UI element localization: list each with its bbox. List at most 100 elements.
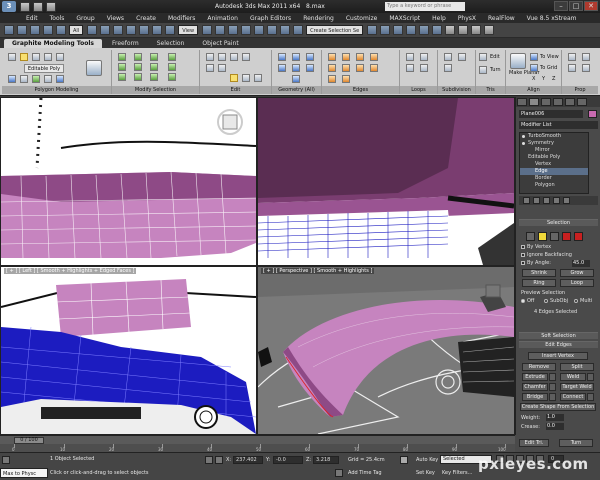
show-end-result-icon[interactable] (533, 197, 540, 204)
motion-tab-icon[interactable] (553, 98, 563, 106)
create-icon[interactable] (292, 53, 300, 61)
by-angle-spinner[interactable]: 45.0 (572, 260, 590, 267)
search-input[interactable]: Type a keyword or phrase (385, 2, 465, 11)
render-setup-icon[interactable] (458, 25, 469, 35)
maxscript-listener[interactable]: Max to Physc (0, 468, 48, 478)
graphite-toggle-icon[interactable] (406, 25, 417, 35)
extrude-settings-icon[interactable] (549, 373, 556, 381)
menu-rendering[interactable]: Rendering (303, 15, 334, 22)
y-coordinate-field[interactable]: -0.0 (273, 456, 303, 464)
stack-item-mirror[interactable]: Mirror (520, 147, 588, 154)
repeat-last-icon[interactable] (206, 53, 214, 61)
meshsmooth-icon[interactable] (444, 53, 452, 61)
checkbox-box[interactable] (521, 252, 525, 257)
connect-edge-icon[interactable] (328, 64, 336, 72)
pin-stack-icon[interactable] (523, 197, 530, 204)
menu-physx[interactable]: PhysX (458, 15, 476, 22)
connect-settings-icon[interactable] (587, 393, 594, 401)
window-crossing-icon[interactable] (126, 25, 137, 35)
add-time-tag-button[interactable]: Add Time Tag (348, 470, 382, 476)
time-tag-icon[interactable] (335, 469, 343, 477)
to-view-icon[interactable] (530, 53, 538, 61)
tab-object-paint[interactable]: Object Paint (194, 39, 246, 48)
remove-loop-icon[interactable] (420, 53, 428, 61)
x-coordinate-field[interactable]: 237.402 (233, 456, 263, 464)
bridge-button[interactable]: Bridge (522, 393, 548, 401)
ring-mode-icon[interactable] (134, 73, 142, 81)
auto-key-button[interactable]: Auto Key (416, 457, 438, 463)
maximize-button[interactable]: □ (569, 1, 583, 11)
snaps-toggle-icon[interactable] (241, 25, 252, 35)
polygon-subobject-icon[interactable] (562, 232, 571, 241)
menu-animation[interactable]: Animation (207, 15, 238, 22)
tab-selection[interactable]: Selection (149, 39, 193, 48)
viewport-top[interactable] (1, 98, 256, 265)
insert-vertex-button[interactable]: Insert Vertex (528, 352, 588, 360)
hierarchy-tab-icon[interactable] (541, 98, 551, 106)
stack-item-editable-poly[interactable]: Editable Poly (520, 154, 588, 161)
time-slider[interactable]: 0 / 100 (14, 437, 44, 444)
bulb-icon[interactable] (522, 142, 525, 145)
angle-snap-icon[interactable] (254, 25, 265, 35)
viewport-left[interactable]: [ + ] [ Left ] [ Smooth + Highlights + E… (1, 267, 256, 434)
edit-tri-button[interactable]: Edit Tri. (519, 439, 549, 447)
hard-icon[interactable] (568, 53, 576, 61)
align-z-button[interactable]: Z (552, 76, 555, 82)
select-by-name-icon[interactable] (100, 25, 111, 35)
grow-selection-icon[interactable] (118, 53, 126, 61)
target-weld-button[interactable]: Target Weld (560, 383, 594, 391)
loop-tools-icon[interactable] (420, 64, 428, 72)
weld-edge-icon[interactable] (356, 53, 364, 61)
border-subobject-icon[interactable] (550, 232, 559, 241)
element-subobject-icon[interactable] (574, 232, 583, 241)
shrink-button[interactable]: Shrink (522, 269, 556, 277)
save-file-icon[interactable] (46, 1, 56, 12)
menu-customize[interactable]: Customize (346, 15, 378, 22)
key-filters-button[interactable]: Key Filters... (442, 470, 472, 476)
weld-button[interactable]: Weld (560, 373, 586, 381)
bridge-settings-icon[interactable] (549, 393, 556, 401)
target-weld-icon[interactable] (342, 64, 350, 72)
selection-lock-icon[interactable] (205, 456, 213, 464)
percent-snap-icon[interactable] (267, 25, 278, 35)
outline-select-icon[interactable] (150, 73, 158, 81)
p-connect-icon[interactable] (218, 64, 226, 72)
pivot-center-icon[interactable] (202, 25, 213, 35)
viewport-front[interactable] (258, 98, 514, 265)
rendered-frame-icon[interactable] (471, 25, 482, 35)
material-id-icon[interactable] (582, 64, 590, 72)
ignore-backfacing-checkbox[interactable]: Ignore Backfacing (521, 252, 572, 258)
extrude-button[interactable]: Extrude (522, 373, 548, 381)
select-manipulate-icon[interactable] (215, 25, 226, 35)
radio-icon[interactable] (521, 298, 525, 303)
edit-tri-icon[interactable] (479, 53, 487, 61)
menu-vue[interactable]: Vue 8.5 xStream (527, 15, 577, 22)
viewport-left-label[interactable]: [ + ] [ Left ] [ Smooth + Highlights + E… (4, 268, 137, 274)
remove-modifier-icon[interactable] (44, 75, 52, 83)
connect-button[interactable]: Connect (560, 393, 586, 401)
attach-icon[interactable] (306, 53, 314, 61)
checkbox-box[interactable] (521, 244, 525, 249)
vertex-subobject-icon[interactable] (526, 232, 535, 241)
mirror-icon[interactable] (367, 25, 378, 35)
move-icon[interactable] (139, 25, 150, 35)
insert-loop-icon[interactable] (406, 53, 414, 61)
preview-off-radio[interactable]: Off (521, 298, 534, 304)
menu-graph-editors[interactable]: Graph Editors (250, 15, 291, 22)
show-end-result-icon[interactable] (20, 75, 28, 83)
undo-icon[interactable] (4, 25, 14, 35)
step-ring-icon[interactable] (168, 63, 176, 71)
toggle-modifier-icon[interactable] (32, 75, 40, 83)
configure-sets-icon[interactable] (563, 197, 570, 204)
nurms-icon[interactable] (242, 53, 250, 61)
dot-loop-icon[interactable] (150, 53, 158, 61)
stack-item-symmetry[interactable]: Symmetry (520, 140, 588, 147)
stack-item-vertex[interactable]: Vertex (520, 161, 588, 168)
weld-settings-icon[interactable] (587, 373, 594, 381)
spin-edge-icon[interactable] (342, 75, 350, 83)
radio-icon[interactable] (574, 298, 578, 303)
material-editor-icon[interactable] (445, 25, 456, 35)
quick-slice-icon[interactable] (218, 53, 226, 61)
border-mode-icon[interactable] (32, 53, 40, 61)
lock-icon[interactable] (2, 456, 10, 464)
